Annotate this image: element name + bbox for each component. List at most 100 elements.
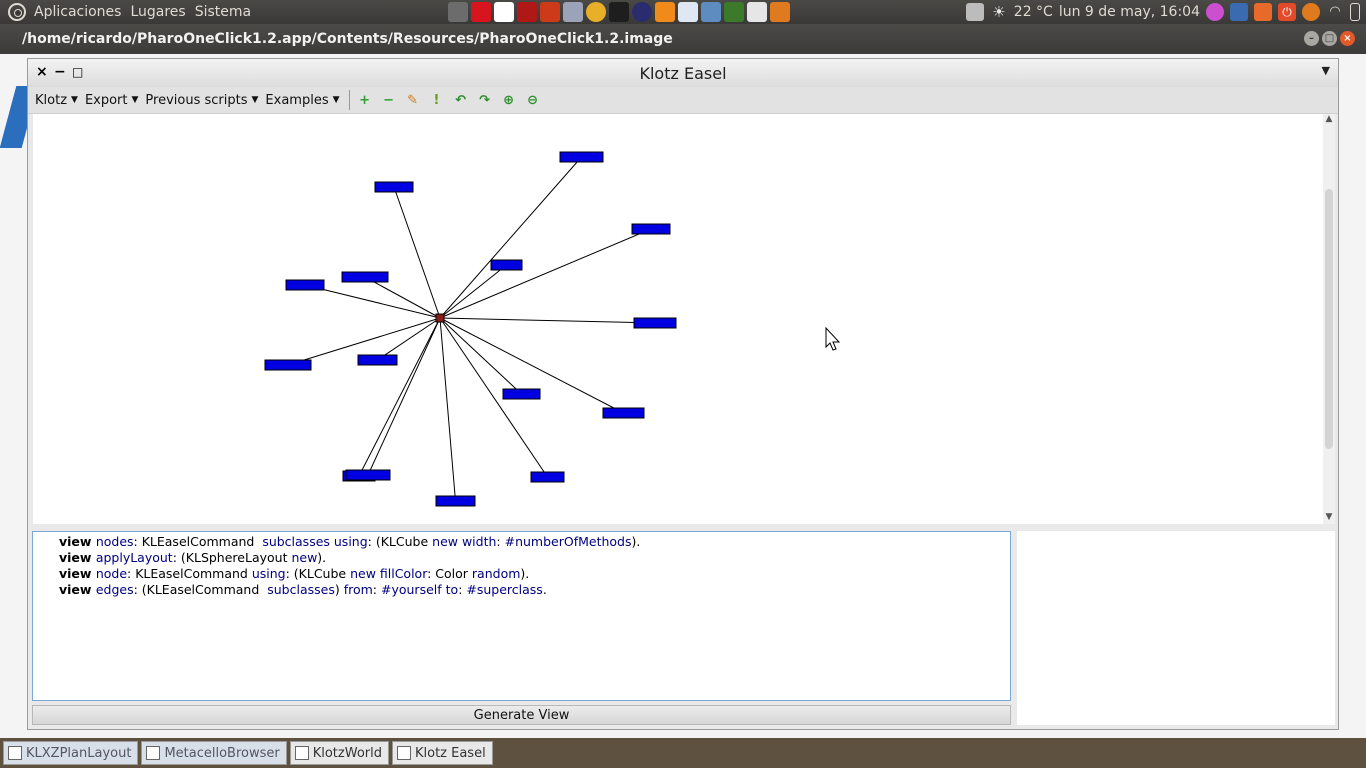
terminal-icon[interactable] bbox=[609, 2, 629, 22]
expand-icon[interactable]: □ bbox=[72, 65, 83, 79]
system-tray: ☀ 22 °C lun 9 de may, 16:04 ⏻ ◠ bbox=[965, 0, 1366, 24]
menu-examples-label: Examples bbox=[265, 92, 329, 108]
pencil-icon[interactable]: ✎ bbox=[404, 91, 422, 109]
tool-icon[interactable] bbox=[540, 2, 560, 22]
grid-icon[interactable] bbox=[1230, 3, 1248, 21]
graph-node[interactable] bbox=[602, 407, 645, 419]
close-icon[interactable]: × bbox=[1340, 31, 1355, 46]
eclipse-icon[interactable] bbox=[632, 2, 652, 22]
balloon-icon[interactable] bbox=[770, 2, 790, 22]
easel-title: Klotz Easel bbox=[639, 63, 727, 83]
menu-klotz[interactable]: Klotz ▼ bbox=[35, 93, 78, 108]
toolbar-icon-group: + − ✎! ↶ ↷ ⊕ ⊖ bbox=[356, 91, 548, 109]
graph-edge bbox=[358, 317, 441, 477]
window-icon bbox=[146, 746, 161, 760]
graph-node[interactable] bbox=[345, 469, 391, 481]
minus-icon[interactable]: − bbox=[380, 91, 398, 109]
pharo-window-titlebar: /home/ricardo/PharoOneClick1.2.app/Conte… bbox=[0, 24, 1366, 54]
toolbar-divider bbox=[348, 90, 350, 110]
balloon-icon[interactable] bbox=[1302, 3, 1320, 21]
script-line: view nodes: KLEaselCommand subclasses us… bbox=[59, 534, 641, 549]
bug-icon[interactable] bbox=[448, 2, 468, 22]
rotate-left-icon[interactable]: ↶ bbox=[452, 91, 470, 109]
menu-previous-scripts[interactable]: Previous scripts ▼ bbox=[145, 93, 258, 108]
wifi-icon[interactable]: ◠ bbox=[1326, 3, 1344, 21]
graph-node[interactable] bbox=[502, 388, 541, 400]
weather-label[interactable]: 22 °C bbox=[1014, 4, 1053, 20]
graph-hub-node[interactable] bbox=[435, 313, 445, 323]
people-icon[interactable] bbox=[701, 2, 721, 22]
taskbar-item-label: Klotz Easel bbox=[414, 745, 486, 761]
graph-edge bbox=[367, 317, 441, 476]
battery-icon[interactable] bbox=[1350, 3, 1360, 21]
power-icon[interactable]: ⏻ bbox=[1278, 3, 1296, 21]
chrome-icon[interactable] bbox=[586, 2, 606, 22]
graph-node[interactable] bbox=[341, 271, 389, 283]
oracle-icon[interactable] bbox=[471, 2, 491, 22]
minimize-icon[interactable]: – bbox=[1304, 31, 1319, 46]
graph-node[interactable] bbox=[374, 181, 414, 193]
folder-icon[interactable] bbox=[1254, 3, 1272, 21]
taskbar-item-label: KlotzWorld bbox=[312, 745, 382, 761]
ubuntu-logo-icon[interactable] bbox=[8, 3, 26, 21]
scrollbar-thumb[interactable] bbox=[1325, 189, 1333, 449]
pin-icon[interactable]: ! bbox=[428, 91, 446, 109]
meter-icon[interactable] bbox=[724, 2, 744, 22]
lambda-icon[interactable] bbox=[517, 2, 537, 22]
menu-aplicaciones[interactable]: Aplicaciones bbox=[34, 4, 130, 20]
scroll-up-icon[interactable]: ▲ bbox=[1323, 114, 1335, 126]
generate-view-button[interactable]: Generate View bbox=[32, 705, 1011, 725]
monster-icon[interactable] bbox=[1206, 3, 1224, 21]
script-line: view edges: (KLEaselCommand subclasses) … bbox=[59, 582, 547, 597]
graph-node[interactable] bbox=[633, 317, 677, 329]
visualization-canvas[interactable] bbox=[33, 114, 1323, 524]
graph-node[interactable] bbox=[435, 495, 476, 507]
trash-icon[interactable] bbox=[965, 3, 984, 21]
menu-previous-scripts-label: Previous scripts bbox=[145, 92, 248, 108]
star-icon[interactable] bbox=[655, 2, 675, 22]
tex-icon[interactable] bbox=[563, 2, 583, 22]
zoom-in-icon[interactable]: ⊕ bbox=[500, 91, 518, 109]
clock-icon[interactable] bbox=[678, 2, 698, 22]
graph-node[interactable] bbox=[530, 471, 565, 483]
easel-titlebar[interactable]: × − □ Klotz Easel ▼ bbox=[28, 59, 1338, 87]
graph-node[interactable] bbox=[357, 354, 398, 366]
fork-icon[interactable] bbox=[494, 2, 514, 22]
maximize-icon[interactable]: □ bbox=[1322, 31, 1337, 46]
graph-node[interactable] bbox=[285, 279, 325, 291]
graph-node[interactable] bbox=[631, 223, 671, 235]
taskbar-item[interactable]: MetacelloBrowser bbox=[141, 741, 287, 765]
canvas-scrollbar[interactable]: ▲ ▼ bbox=[1323, 114, 1335, 524]
close-icon[interactable]: × bbox=[36, 64, 48, 80]
menu-export[interactable]: Export ▼ bbox=[85, 93, 138, 108]
easel-toolbar: Klotz ▼ Export ▼ Previous scripts ▼ Example… bbox=[28, 87, 1338, 114]
menu-lugares[interactable]: Lugares bbox=[130, 4, 194, 20]
zoom-out-icon[interactable]: ⊖ bbox=[524, 91, 542, 109]
launcher-bar bbox=[448, 2, 790, 22]
taskbar-item[interactable]: KlotzWorld bbox=[289, 741, 389, 765]
menu-klotz-label: Klotz bbox=[35, 92, 68, 108]
chevron-down-icon: ▼ bbox=[71, 95, 78, 105]
window-menu-icon[interactable]: ▼ bbox=[1322, 64, 1330, 77]
mouse-cursor-icon bbox=[825, 326, 841, 351]
menu-examples[interactable]: Examples ▼ bbox=[265, 93, 339, 108]
script-editor[interactable]: view nodes: KLEaselCommand subclasses us… bbox=[32, 531, 1011, 701]
pharo-taskbar: KLXZPlanLayout MetacelloBrowser KlotzWorld… bbox=[0, 738, 1366, 768]
datetime-label[interactable]: lun 9 de may, 16:04 bbox=[1059, 4, 1200, 20]
graph-node[interactable] bbox=[490, 259, 523, 271]
taskbar-item[interactable]: Klotz Easel bbox=[391, 741, 493, 765]
slides-icon[interactable] bbox=[747, 2, 767, 22]
klotz-easel-window: × − □ Klotz Easel ▼ Klotz ▼ Export ▼ Previ… bbox=[27, 58, 1339, 730]
graph-node[interactable] bbox=[264, 359, 312, 371]
plus-icon[interactable]: + bbox=[356, 91, 374, 109]
graph-svg[interactable] bbox=[33, 114, 1323, 524]
menu-export-label: Export bbox=[84, 92, 128, 108]
sun-icon[interactable]: ☀ bbox=[990, 3, 1008, 21]
rotate-right-icon[interactable]: ↷ bbox=[476, 91, 494, 109]
collapse-icon[interactable]: − bbox=[54, 64, 66, 80]
scroll-down-icon[interactable]: ▼ bbox=[1323, 512, 1335, 524]
side-panel bbox=[1017, 531, 1335, 725]
taskbar-item[interactable]: KLXZPlanLayout bbox=[3, 741, 139, 765]
graph-node[interactable] bbox=[559, 151, 604, 163]
menu-sistema[interactable]: Sistema bbox=[195, 4, 260, 20]
